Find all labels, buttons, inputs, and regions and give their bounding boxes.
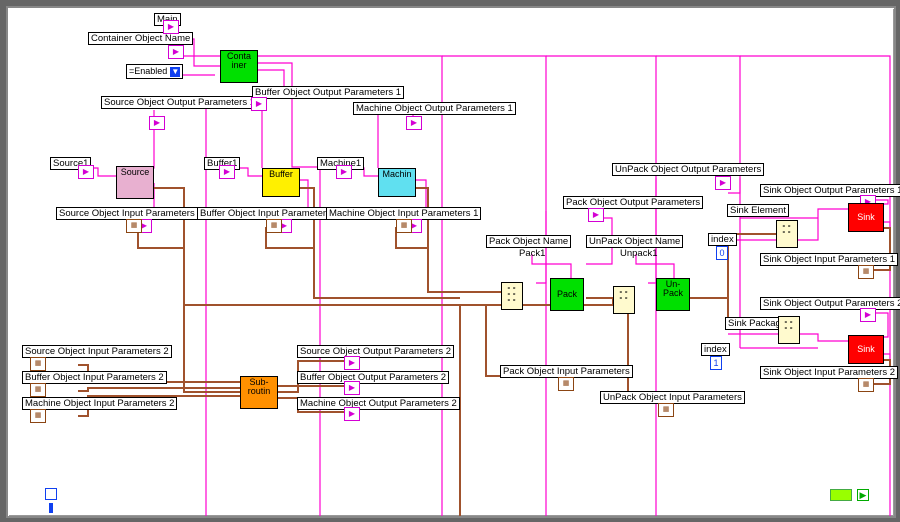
label-sinkel: Sink Element	[727, 204, 789, 217]
label-unpack1: Unpack1	[618, 248, 660, 259]
term-sinko2: ▶	[860, 308, 876, 322]
termb-srci2: ▦	[30, 357, 46, 371]
termb-sinki2: ▦	[858, 378, 874, 392]
node-machine[interactable]: Machin	[378, 168, 416, 197]
label-sink-out2: Sink Object Output Parameters 2	[760, 297, 900, 310]
termb-bufi1: ▦	[266, 219, 282, 233]
label-mach-out1: Machine Object Output Parameters 1	[353, 102, 516, 115]
label-index1: index	[708, 233, 737, 246]
label-mach-out2: Machine Object Output Parameters 2	[297, 397, 460, 410]
term-cont: ▶	[168, 45, 184, 59]
status-led-icon	[830, 489, 852, 501]
termb-sinki1: ▦	[858, 265, 874, 279]
term-bufo1: ▶	[251, 97, 267, 111]
term-bufo2: ▶	[344, 381, 360, 395]
tick-icon	[49, 503, 53, 513]
bundle-sink1[interactable]: ∘∘∘∘	[776, 220, 798, 248]
diagram-frame: { "labels":{ "main":"Main", "container":…	[6, 6, 896, 518]
termb-bufi2: ▦	[30, 383, 46, 397]
label-src-out1: Source Object Output Parameters 1	[101, 96, 258, 109]
index-1[interactable]: 1	[710, 356, 722, 370]
term-srco1: ▶	[149, 116, 165, 130]
index-0[interactable]: 0	[716, 246, 728, 260]
node-sink1[interactable]: Sink	[848, 203, 884, 232]
term-macho1: ▶	[406, 116, 422, 130]
label-index2: index	[701, 343, 730, 356]
term-mach1: ▶	[336, 165, 352, 179]
term-srco2: ▶	[344, 356, 360, 370]
label-packname: Pack Object Name	[486, 235, 571, 248]
termb-unpacki: ▦	[658, 403, 674, 417]
term-src1: ▶	[78, 165, 94, 179]
loop-iter-icon	[45, 488, 57, 500]
termb-packi: ▦	[558, 377, 574, 391]
continue-icon[interactable]: ▶	[857, 489, 869, 501]
node-sink2[interactable]: Sink	[848, 335, 884, 364]
node-subroutine[interactable]: Sub- routin	[240, 376, 278, 409]
node-pack[interactable]: Pack	[550, 278, 584, 311]
label-buf-out2: Buffer Object Output Parameters 2	[297, 371, 449, 384]
label-pack-out: Pack Object Output Parameters	[563, 196, 703, 209]
term-macho2: ▶	[344, 407, 360, 421]
termb-machi1: ▦	[396, 219, 412, 233]
ring-enabled[interactable]: =Enabled▼	[126, 64, 183, 79]
label-buf-out1: Buffer Object Output Parameters 1	[252, 86, 404, 99]
term-buf1: ▶	[219, 165, 235, 179]
node-unpack[interactable]: Un- Pack	[656, 278, 690, 311]
label-sink-in1: Sink Object Input Parameters 1	[760, 253, 898, 266]
node-container[interactable]: Conta iner	[220, 50, 258, 83]
termb-srci1: ▦	[126, 219, 142, 233]
bundle-sink2[interactable]: ∘∘∘∘	[778, 316, 800, 344]
label-src-out2: Source Object Output Parameters 2	[297, 345, 454, 358]
dropdown-icon[interactable]: ▼	[170, 67, 180, 77]
bundle-unpack[interactable]: ∘∘∘∘	[613, 286, 635, 314]
node-source[interactable]: Source	[116, 166, 154, 199]
label-unpack-out: UnPack Object Output Parameters	[612, 163, 764, 176]
term-packo: ▶	[588, 208, 604, 222]
node-buffer[interactable]: Buffer	[262, 168, 300, 197]
label-sink-out1: Sink Object Output Parameters 1	[760, 184, 900, 197]
label-pack1: Pack1	[517, 248, 547, 259]
term-main: ▶	[163, 20, 179, 34]
bundle-pack[interactable]: ∘∘∘∘∘∘	[501, 282, 523, 310]
term-unpacko: ▶	[715, 176, 731, 190]
termb-machi2: ▦	[30, 409, 46, 423]
label-sink-in2: Sink Object Input Parameters 2	[760, 366, 898, 379]
label-unpackname: UnPack Object Name	[586, 235, 683, 248]
